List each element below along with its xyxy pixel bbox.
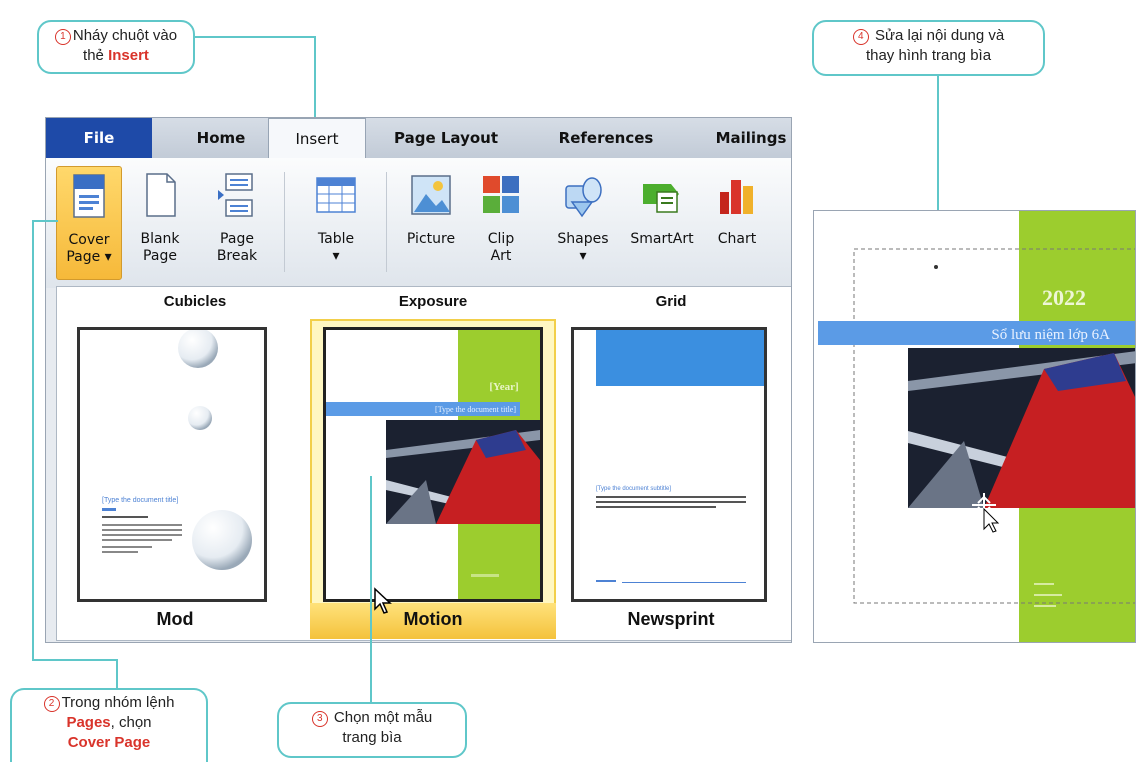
step-number: 4	[852, 29, 869, 45]
step-number: 2	[43, 696, 60, 712]
callout-step-4: 4 Sửa lại nội dung và thay hình trang bì…	[812, 20, 1045, 76]
button-label: Cover	[68, 232, 110, 248]
gallery-header: Grid	[655, 293, 687, 310]
group-separator	[386, 172, 387, 272]
callout-step-1: 1 Nháy chuột vào thẻ Insert	[37, 20, 195, 74]
mod-thumbnail: [Type the document title]	[102, 330, 252, 570]
insert-ribbon: Cover Page ▾ Blank Page Page Break Table…	[46, 158, 791, 288]
button-label: SmartArt	[630, 231, 694, 247]
blank-page-button[interactable]: Blank Page	[132, 166, 188, 278]
shapes-button[interactable]: Shapes ▾	[550, 166, 616, 278]
gallery-header: Cubicles	[163, 293, 227, 310]
cover-year[interactable]: 2022	[1042, 285, 1086, 310]
word-window: File Home Insert Page Layout References …	[45, 117, 792, 643]
button-label: Page	[143, 248, 177, 264]
step-number: 3	[311, 711, 328, 727]
button-label: Art	[490, 248, 512, 264]
callout-text: trang bìa	[342, 729, 402, 746]
chart-icon	[720, 180, 753, 214]
chart-button[interactable]: Chart	[706, 166, 768, 278]
callout-text: , chọn	[110, 714, 152, 731]
callout-text: thay hình trang bìa	[865, 47, 992, 64]
button-label: Picture	[406, 231, 456, 247]
motion-thumbnail: [Year] [Type the document title]	[326, 330, 540, 599]
newsprint-thumbnail: [Type the document subtitle]	[596, 330, 764, 583]
tab-file[interactable]: File	[46, 118, 152, 158]
dropdown-arrow: ▾	[579, 248, 587, 264]
page-break-button[interactable]: Page Break	[206, 166, 268, 278]
callout-text: Sửa lại nội dung và	[874, 27, 1005, 44]
button-label: Table	[317, 231, 355, 247]
tab-mailings[interactable]: Mailings	[696, 118, 791, 158]
cover-page-icon	[73, 174, 105, 218]
mod-title: [Type the document title]	[102, 497, 178, 504]
cover-title[interactable]: Sổ lưu niệm lớp 6A	[991, 327, 1110, 343]
button-label: Page ▾	[66, 249, 112, 265]
motion-year: [Year]	[489, 381, 518, 393]
smartart-button[interactable]: SmartArt	[624, 166, 700, 278]
template-label-newsprint: Newsprint	[627, 609, 715, 629]
button-label: Chart	[717, 231, 757, 247]
motion-title: [Type the document title]	[435, 405, 516, 414]
connector-line	[193, 36, 315, 38]
connector-line	[32, 220, 58, 222]
callout-text: thẻ	[83, 47, 109, 64]
table-button[interactable]: Table ▾	[306, 166, 366, 278]
button-label: Break	[216, 248, 258, 264]
tab-home[interactable]: Home	[166, 118, 276, 158]
gallery-header: Exposure	[398, 293, 468, 310]
connector-line	[370, 476, 372, 704]
callout-text: Chọn một mẫu	[333, 709, 433, 726]
callout-highlight: Cover Page	[67, 734, 151, 751]
callout-text: Nháy chuột vào	[72, 27, 178, 44]
clip-art-icon	[483, 176, 519, 213]
callout-step-2: 2 Trong nhóm lệnh Pages, chọn Cover Page	[10, 688, 208, 762]
cover-page-preview: 2022 Sổ lưu niệm lớp 6A	[813, 210, 1136, 643]
page-break-icon	[218, 173, 253, 217]
mouse-cursor-icon	[374, 587, 392, 614]
callout-highlight: Pages	[66, 714, 111, 731]
button-label: Page	[220, 231, 254, 247]
picture-button[interactable]: Picture	[398, 166, 464, 278]
callout-step-3: 3 Chọn một mẫu trang bìa	[277, 702, 467, 758]
group-separator	[284, 172, 285, 272]
shapes-icon	[565, 177, 602, 218]
cover-page-render: 2022 Sổ lưu niệm lớp 6A	[818, 211, 1136, 642]
connector-line	[314, 36, 316, 118]
button-label: Shapes	[557, 231, 609, 247]
template-label-mod: Mod	[156, 609, 194, 629]
connector-line	[32, 659, 118, 661]
tab-references[interactable]: References	[536, 118, 676, 158]
button-label: Clip	[487, 231, 515, 247]
table-icon	[316, 177, 356, 213]
button-label: Blank	[140, 231, 180, 247]
train-photo[interactable]	[908, 348, 1136, 508]
clip-art-button[interactable]: Clip Art	[476, 166, 526, 278]
tab-page-layout[interactable]: Page Layout	[376, 118, 516, 158]
connector-line	[32, 220, 34, 660]
train-photo	[386, 420, 540, 524]
cover-page-gallery: Cubicles Exposure Grid [Type the documen…	[56, 286, 791, 641]
smartart-icon	[643, 184, 679, 213]
blank-page-icon	[146, 173, 176, 217]
connector-line	[116, 659, 118, 691]
ribbon-tabs: File Home Insert Page Layout References …	[46, 118, 791, 160]
cover-page-button[interactable]: Cover Page ▾	[56, 166, 122, 280]
tab-insert[interactable]: Insert	[268, 118, 366, 160]
template-mod[interactable]: [Type the document title]	[77, 327, 267, 602]
template-newsprint[interactable]: [Type the document subtitle]	[571, 327, 767, 602]
dropdown-arrow: ▾	[332, 248, 340, 264]
template-motion[interactable]: [Year] [Type the document title]	[323, 327, 543, 602]
template-label-motion[interactable]: Motion	[333, 609, 533, 630]
callout-text: Trong nhóm lệnh	[61, 694, 175, 711]
step-number: 1	[54, 29, 71, 45]
newsprint-title: [Type the document subtitle]	[596, 486, 671, 492]
callout-highlight: Insert	[108, 47, 149, 64]
picture-icon	[411, 175, 451, 215]
